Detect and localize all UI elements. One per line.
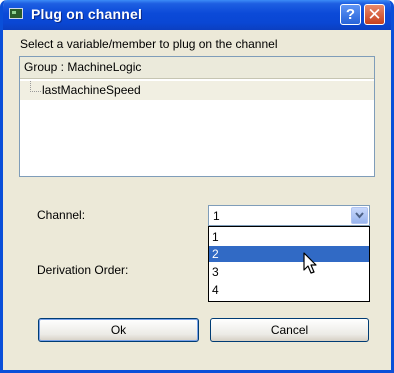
- channel-option-4[interactable]: 4: [209, 282, 369, 298]
- tree-item-lastmachinespeed[interactable]: lastMachineSpeed: [20, 81, 374, 100]
- instruction-text: Select a variable/member to plug on the …: [20, 37, 278, 51]
- cancel-button[interactable]: Cancel: [210, 318, 369, 342]
- tree-group-header[interactable]: Group : MachineLogic: [20, 57, 374, 79]
- combobox-dropdown-button[interactable]: [351, 207, 368, 224]
- mouse-cursor-icon: [303, 252, 317, 274]
- channel-option-2[interactable]: 2: [209, 246, 369, 262]
- close-icon[interactable]: ✕: [364, 4, 385, 25]
- window-title: Plug on channel: [31, 6, 143, 22]
- variable-tree[interactable]: Group : MachineLogic lastMachineSpeed: [19, 56, 375, 177]
- help-icon[interactable]: ?: [340, 4, 361, 25]
- title-bar[interactable]: Plug on channel ? ✕: [3, 0, 391, 30]
- channel-selected-value: 1: [213, 209, 220, 223]
- tree-branch-line: [30, 81, 41, 92]
- app-icon: [9, 8, 23, 19]
- chevron-down-icon: [355, 212, 364, 219]
- channel-option-3[interactable]: 3: [209, 264, 369, 280]
- tree-item-label: lastMachineSpeed: [42, 83, 141, 97]
- channel-label: Channel:: [37, 208, 86, 222]
- channel-combobox[interactable]: 1: [208, 205, 370, 226]
- ok-button[interactable]: Ok: [38, 318, 199, 342]
- derivation-order-label: Derivation Order:: [37, 263, 129, 277]
- channel-option-1[interactable]: 1: [209, 229, 369, 245]
- channel-dropdown-list[interactable]: 1 2 3 4: [208, 226, 370, 302]
